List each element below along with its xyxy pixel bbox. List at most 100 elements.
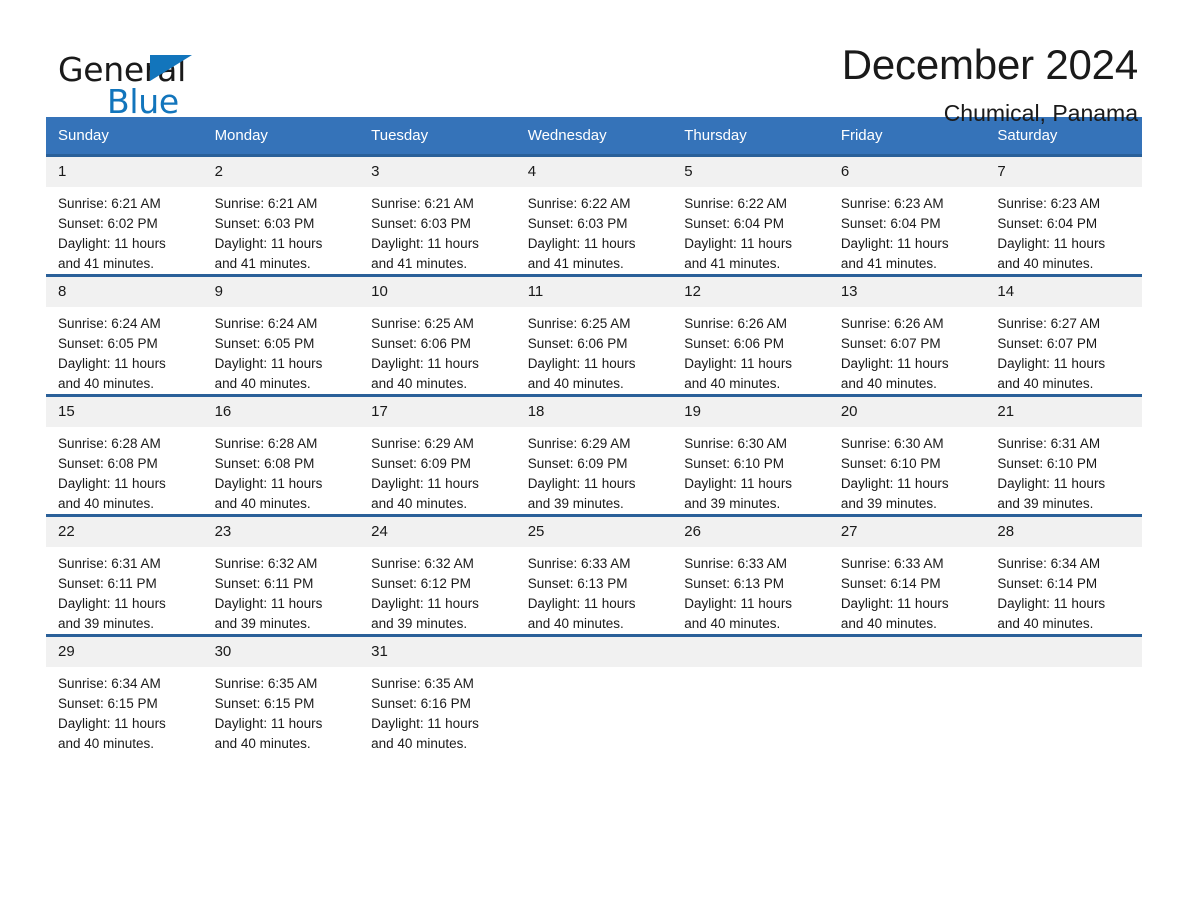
day-cell[interactable]: 19 Sunrise: 6:30 AM Sunset: 6:10 PM Dayl…: [672, 395, 829, 516]
day-details: Sunrise: 6:27 AM Sunset: 6:07 PM Dayligh…: [985, 307, 1142, 394]
day-cell[interactable]: 21 Sunrise: 6:31 AM Sunset: 6:10 PM Dayl…: [985, 395, 1142, 516]
day-number: 19: [672, 397, 829, 427]
page-header: General Blue December 2024 Chumical, Pan…: [46, 0, 1142, 127]
daylight-text-line1: Daylight: 11 hours: [840, 356, 949, 371]
day-cell[interactable]: 29 Sunrise: 6:34 AM Sunset: 6:15 PM Dayl…: [46, 635, 203, 754]
daylight-text-line2: and 40 minutes.: [997, 376, 1094, 391]
day-number: 30: [202, 637, 360, 667]
day-cell-empty: [672, 635, 829, 754]
day-cell[interactable]: 1 Sunrise: 6:21 AM Sunset: 6:02 PM Dayli…: [46, 155, 203, 276]
day-details: Sunrise: 6:25 AM Sunset: 6:06 PM Dayligh…: [516, 307, 673, 394]
daylight-text-line2: and 40 minutes.: [997, 616, 1094, 631]
sunset-text: Sunset: 6:09 PM: [371, 456, 471, 471]
day-number: 16: [202, 397, 360, 427]
day-details: Sunrise: 6:31 AM Sunset: 6:10 PM Dayligh…: [985, 427, 1142, 514]
daylight-text-line1: Daylight: 11 hours: [527, 356, 636, 371]
generalblue-logo[interactable]: General Blue: [46, 42, 246, 121]
daylight-text-line1: Daylight: 11 hours: [371, 596, 479, 611]
sunrise-text: Sunrise: 6:25 AM: [527, 316, 631, 331]
daylight-text-line1: Daylight: 11 hours: [997, 596, 1106, 611]
sunset-text: Sunset: 6:08 PM: [214, 456, 315, 471]
daylight-text-line2: and 41 minutes.: [527, 256, 624, 271]
day-cell[interactable]: 7 Sunrise: 6:23 AM Sunset: 6:04 PM Dayli…: [985, 155, 1142, 276]
sunrise-text: Sunrise: 6:33 AM: [840, 556, 944, 571]
day-cell[interactable]: 25 Sunrise: 6:33 AM Sunset: 6:13 PM Dayl…: [515, 515, 673, 636]
day-number: 22: [46, 517, 203, 547]
day-cell[interactable]: 8 Sunrise: 6:24 AM Sunset: 6:05 PM Dayli…: [46, 275, 203, 396]
daylight-text-line2: and 39 minutes.: [840, 496, 937, 511]
daylight-text-line1: Daylight: 11 hours: [527, 596, 636, 611]
sunset-text: Sunset: 6:14 PM: [997, 576, 1098, 591]
day-cell[interactable]: 18 Sunrise: 6:29 AM Sunset: 6:09 PM Dayl…: [515, 395, 673, 516]
day-cell[interactable]: 30 Sunrise: 6:35 AM Sunset: 6:15 PM Dayl…: [202, 635, 360, 754]
calendar-week-row: 8 Sunrise: 6:24 AM Sunset: 6:05 PM Dayli…: [46, 275, 1142, 396]
day-cell[interactable]: 20 Sunrise: 6:30 AM Sunset: 6:10 PM Dayl…: [828, 395, 986, 516]
day-details: Sunrise: 6:30 AM Sunset: 6:10 PM Dayligh…: [829, 427, 986, 514]
daylight-text-line1: Daylight: 11 hours: [58, 236, 166, 251]
sunset-text: Sunset: 6:04 PM: [840, 216, 941, 231]
sunrise-text: Sunrise: 6:21 AM: [371, 196, 474, 211]
day-cell[interactable]: 3 Sunrise: 6:21 AM Sunset: 6:03 PM Dayli…: [359, 155, 516, 276]
day-cell[interactable]: 15 Sunrise: 6:28 AM Sunset: 6:08 PM Dayl…: [46, 395, 203, 516]
sunset-text: Sunset: 6:08 PM: [58, 456, 158, 471]
day-cell[interactable]: 17 Sunrise: 6:29 AM Sunset: 6:09 PM Dayl…: [359, 395, 516, 516]
day-details: Sunrise: 6:26 AM Sunset: 6:07 PM Dayligh…: [829, 307, 986, 394]
day-cell[interactable]: 24 Sunrise: 6:32 AM Sunset: 6:12 PM Dayl…: [359, 515, 516, 636]
day-number: 12: [672, 277, 829, 307]
daylight-text-line1: Daylight: 11 hours: [58, 356, 166, 371]
day-cell[interactable]: 6 Sunrise: 6:23 AM Sunset: 6:04 PM Dayli…: [828, 155, 986, 276]
day-number: 17: [359, 397, 516, 427]
daylight-text-line2: and 40 minutes.: [527, 376, 624, 391]
sunrise-text: Sunrise: 6:26 AM: [840, 316, 944, 331]
day-number: 20: [828, 397, 986, 427]
day-cell[interactable]: 10 Sunrise: 6:25 AM Sunset: 6:06 PM Dayl…: [359, 275, 516, 396]
daylight-text-line1: Daylight: 11 hours: [214, 716, 323, 731]
day-details: Sunrise: 6:33 AM Sunset: 6:13 PM Dayligh…: [672, 547, 829, 634]
sunrise-text: Sunrise: 6:25 AM: [371, 316, 474, 331]
day-cell[interactable]: 23 Sunrise: 6:32 AM Sunset: 6:11 PM Dayl…: [202, 515, 360, 636]
sunset-text: Sunset: 6:07 PM: [840, 336, 941, 351]
day-number: 10: [359, 277, 516, 307]
day-cell[interactable]: 22 Sunrise: 6:31 AM Sunset: 6:11 PM Dayl…: [46, 515, 203, 636]
daylight-text-line2: and 41 minutes.: [684, 256, 781, 271]
day-details: Sunrise: 6:23 AM Sunset: 6:04 PM Dayligh…: [985, 187, 1142, 274]
sunset-text: Sunset: 6:02 PM: [58, 216, 158, 231]
sunset-text: Sunset: 6:04 PM: [684, 216, 785, 231]
day-cell[interactable]: 16 Sunrise: 6:28 AM Sunset: 6:08 PM Dayl…: [202, 395, 360, 516]
sunset-text: Sunset: 6:03 PM: [214, 216, 315, 231]
day-cell[interactable]: 13 Sunrise: 6:26 AM Sunset: 6:07 PM Dayl…: [828, 275, 986, 396]
day-cell[interactable]: 28 Sunrise: 6:34 AM Sunset: 6:14 PM Dayl…: [985, 515, 1142, 636]
sunset-text: Sunset: 6:06 PM: [371, 336, 471, 351]
day-cell[interactable]: 11 Sunrise: 6:25 AM Sunset: 6:06 PM Dayl…: [515, 275, 673, 396]
sunrise-text: Sunrise: 6:23 AM: [840, 196, 944, 211]
daylight-text-line1: Daylight: 11 hours: [997, 236, 1106, 251]
day-details: Sunrise: 6:28 AM Sunset: 6:08 PM Dayligh…: [203, 427, 360, 514]
day-cell[interactable]: 27 Sunrise: 6:33 AM Sunset: 6:14 PM Dayl…: [828, 515, 986, 636]
sunrise-text: Sunrise: 6:30 AM: [684, 436, 788, 451]
logo-text-blue: Blue: [107, 82, 179, 121]
sunrise-text: Sunrise: 6:29 AM: [527, 436, 631, 451]
day-cell[interactable]: 5 Sunrise: 6:22 AM Sunset: 6:04 PM Dayli…: [672, 155, 829, 276]
daylight-text-line1: Daylight: 11 hours: [527, 476, 636, 491]
day-cell[interactable]: 31 Sunrise: 6:35 AM Sunset: 6:16 PM Dayl…: [359, 635, 516, 754]
logo-triangle-icon: [150, 55, 192, 81]
calendar-week-row: 29 Sunrise: 6:34 AM Sunset: 6:15 PM Dayl…: [46, 635, 1142, 754]
day-number: 9: [202, 277, 360, 307]
sunrise-text: Sunrise: 6:21 AM: [58, 196, 161, 211]
daylight-text-line1: Daylight: 11 hours: [840, 236, 949, 251]
day-number: 24: [359, 517, 516, 547]
daylight-text-line2: and 40 minutes.: [840, 376, 937, 391]
day-cell[interactable]: 2 Sunrise: 6:21 AM Sunset: 6:03 PM Dayli…: [202, 155, 360, 276]
day-details: Sunrise: 6:28 AM Sunset: 6:08 PM Dayligh…: [46, 427, 203, 514]
daylight-text-line1: Daylight: 11 hours: [684, 236, 793, 251]
day-cell[interactable]: 12 Sunrise: 6:26 AM Sunset: 6:06 PM Dayl…: [672, 275, 829, 396]
day-cell[interactable]: 9 Sunrise: 6:24 AM Sunset: 6:05 PM Dayli…: [202, 275, 360, 396]
day-cell[interactable]: 26 Sunrise: 6:33 AM Sunset: 6:13 PM Dayl…: [672, 515, 829, 636]
day-cell[interactable]: 14 Sunrise: 6:27 AM Sunset: 6:07 PM Dayl…: [985, 275, 1142, 396]
day-details: Sunrise: 6:21 AM Sunset: 6:03 PM Dayligh…: [203, 187, 360, 274]
daylight-text-line2: and 40 minutes.: [527, 616, 624, 631]
day-number: 1: [46, 157, 203, 187]
day-cell[interactable]: 4 Sunrise: 6:22 AM Sunset: 6:03 PM Dayli…: [515, 155, 673, 276]
day-number: 5: [672, 157, 829, 187]
sunrise-text: Sunrise: 6:22 AM: [527, 196, 631, 211]
